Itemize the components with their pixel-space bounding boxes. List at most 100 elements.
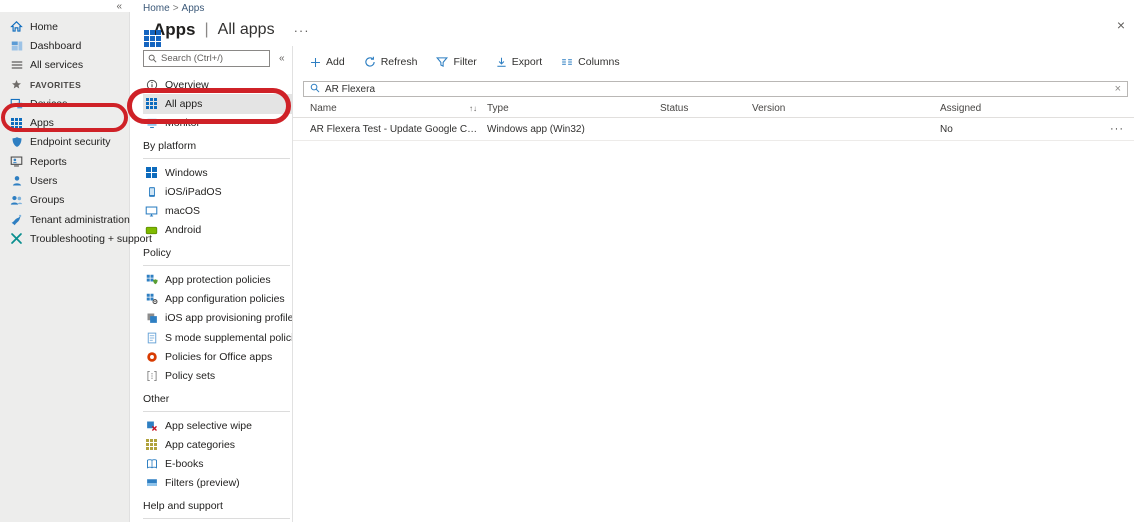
row-more-button[interactable]: ··· <box>1094 123 1124 135</box>
blade-item-android[interactable]: Android <box>143 221 292 240</box>
blade-item-app-protection-policies[interactable]: App protection policies <box>143 270 292 289</box>
breadcrumb-apps[interactable]: Apps <box>182 3 205 14</box>
troubleshoot-icon <box>10 232 23 245</box>
sidebar-item-label: Dashboard <box>30 40 81 52</box>
blade-item-label: All apps <box>165 98 202 110</box>
breadcrumb-home[interactable]: Home <box>143 3 170 14</box>
blade-item-label: App configuration policies <box>165 293 285 305</box>
search-icon <box>310 80 320 98</box>
close-blade-icon[interactable]: × <box>1117 18 1125 32</box>
cell-assigned: No <box>940 124 1094 135</box>
sidebar-collapse-icon[interactable]: « <box>116 1 122 12</box>
grid-shield-icon <box>145 273 158 286</box>
policy-sets-icon <box>145 370 158 383</box>
blade-item-windows[interactable]: Windows <box>143 163 292 182</box>
toolbar-label: Filter <box>453 56 476 68</box>
table-row[interactable]: AR Flexera Test - Update Google Chrome 8… <box>293 118 1134 141</box>
column-header-status[interactable]: Status <box>660 103 752 114</box>
sidebar-item-label: Reports <box>30 156 67 168</box>
sidebar-item-troubleshooting[interactable]: Troubleshooting + support <box>0 229 129 248</box>
sidebar-item-groups[interactable]: Groups <box>0 191 129 210</box>
sidebar-item-devices[interactable]: Devices <box>0 94 129 113</box>
document-icon <box>145 331 158 344</box>
blade-item-ios-app-provisioning-profiles[interactable]: iOS app provisioning profiles <box>143 309 292 328</box>
sidebar-item-home[interactable]: Home <box>0 17 129 36</box>
export-button[interactable]: Export <box>496 56 542 68</box>
apps-grid-icon <box>145 97 158 110</box>
intune-apps-blade: « Home Dashboard All services FAVORITES … <box>0 0 1134 522</box>
sidebar-item-label: Tenant administration <box>30 214 130 226</box>
blade-section-by-platform: By platform <box>143 140 292 159</box>
clear-filter-icon[interactable]: × <box>1115 83 1121 95</box>
blade-item-policy-sets[interactable]: Policy sets <box>143 367 292 386</box>
sidebar-item-all-services[interactable]: All services <box>0 56 129 75</box>
page-subtitle: All apps <box>218 21 275 39</box>
android-icon <box>145 224 158 237</box>
blade-item-label: App categories <box>165 439 235 451</box>
sidebar-item-tenant-administration[interactable]: Tenant administration <box>0 210 129 229</box>
sidebar-item-label: All services <box>30 59 83 71</box>
title-more-button[interactable]: ··· <box>294 23 310 38</box>
dashboard-icon <box>10 39 23 52</box>
blade-section-title: Help and support <box>143 500 292 516</box>
sidebar-item-label: Home <box>30 21 58 33</box>
blade-item-label: Overview <box>165 79 209 91</box>
blade-item-filters-preview[interactable]: Filters (preview) <box>143 474 292 493</box>
info-icon <box>145 78 158 91</box>
blade-item-s-mode-supplemental-policies[interactable]: S mode supplemental policies <box>143 328 292 347</box>
blade-item-monitor[interactable]: Monitor <box>143 114 292 133</box>
sidebar-item-label: Apps <box>30 117 54 129</box>
sidebar-item-reports[interactable]: Reports <box>0 152 129 171</box>
refresh-button[interactable]: Refresh <box>364 56 418 68</box>
grid-gear-icon <box>145 293 158 306</box>
search-filter-input[interactable] <box>325 84 1110 95</box>
blade-section-help-and-support: Help and support <box>143 500 292 519</box>
sidebar-item-dashboard[interactable]: Dashboard <box>0 36 129 55</box>
cell-name[interactable]: AR Flexera Test - Update Google Chrome 8… <box>310 124 487 135</box>
sidebar-item-endpoint-security[interactable]: Endpoint security <box>0 133 129 152</box>
blade-item-all-apps[interactable]: All apps <box>143 94 292 113</box>
blade-collapse-icon[interactable]: « <box>279 53 285 64</box>
sidebar-item-label: Users <box>30 175 57 187</box>
all-services-icon <box>10 59 23 72</box>
blade-item-app-categories[interactable]: App categories <box>143 435 292 454</box>
column-header-assigned[interactable]: Assigned <box>940 103 1094 114</box>
toolbar-label: Export <box>512 56 542 68</box>
blade-section-title: By platform <box>143 140 292 156</box>
column-header-name[interactable]: Name <box>310 103 337 114</box>
blade-header: Apps | All apps ··· <box>130 14 1134 46</box>
blade-item-macos[interactable]: macOS <box>143 201 292 220</box>
sidebar-item-apps[interactable]: Apps <box>0 113 129 132</box>
sidebar-item-label: Groups <box>30 194 64 206</box>
blade-item-e-books[interactable]: E-books <box>143 454 292 473</box>
blade-item-policies-for-office-apps[interactable]: Policies for Office apps <box>143 347 292 366</box>
sort-icon[interactable]: ↑↓ <box>469 104 477 113</box>
command-bar: Add Refresh Filter Export <box>293 51 1134 73</box>
blade-item-app-selective-wipe[interactable]: App selective wipe <box>143 416 292 435</box>
blade-item-app-configuration-policies[interactable]: App configuration policies <box>143 289 292 308</box>
blade-item-ios-ipados[interactable]: iOS/iPadOS <box>143 182 292 201</box>
sidebar-item-users[interactable]: Users <box>0 171 129 190</box>
blade-section-title: Other <box>143 393 292 409</box>
apps-grid-icon <box>10 117 23 130</box>
home-icon <box>10 20 23 33</box>
categories-grid-icon <box>145 438 158 451</box>
blade-search-input[interactable] <box>161 53 265 64</box>
user-icon <box>10 175 23 188</box>
add-button[interactable]: Add <box>310 56 345 68</box>
blade-item-label: iOS/iPadOS <box>165 186 222 198</box>
filter-button[interactable]: Filter <box>436 56 476 68</box>
groups-icon <box>10 194 23 207</box>
monitor-icon <box>145 117 158 130</box>
blade-section-title: Policy <box>143 247 292 263</box>
blade-menu: « Overview All apps Monitor By platform <box>130 46 293 522</box>
blade-item-label: Policy sets <box>165 370 215 382</box>
column-header-version[interactable]: Version <box>752 103 940 114</box>
toolbar-label: Add <box>326 56 345 68</box>
columns-button[interactable]: Columns <box>561 56 619 68</box>
blade-item-overview[interactable]: Overview <box>143 75 292 94</box>
all-apps-content: Add Refresh Filter Export <box>293 46 1134 522</box>
table-header: Name ↑↓ Type Status Version Assigned <box>293 99 1134 118</box>
column-header-type[interactable]: Type <box>487 103 660 114</box>
reports-icon <box>10 155 23 168</box>
